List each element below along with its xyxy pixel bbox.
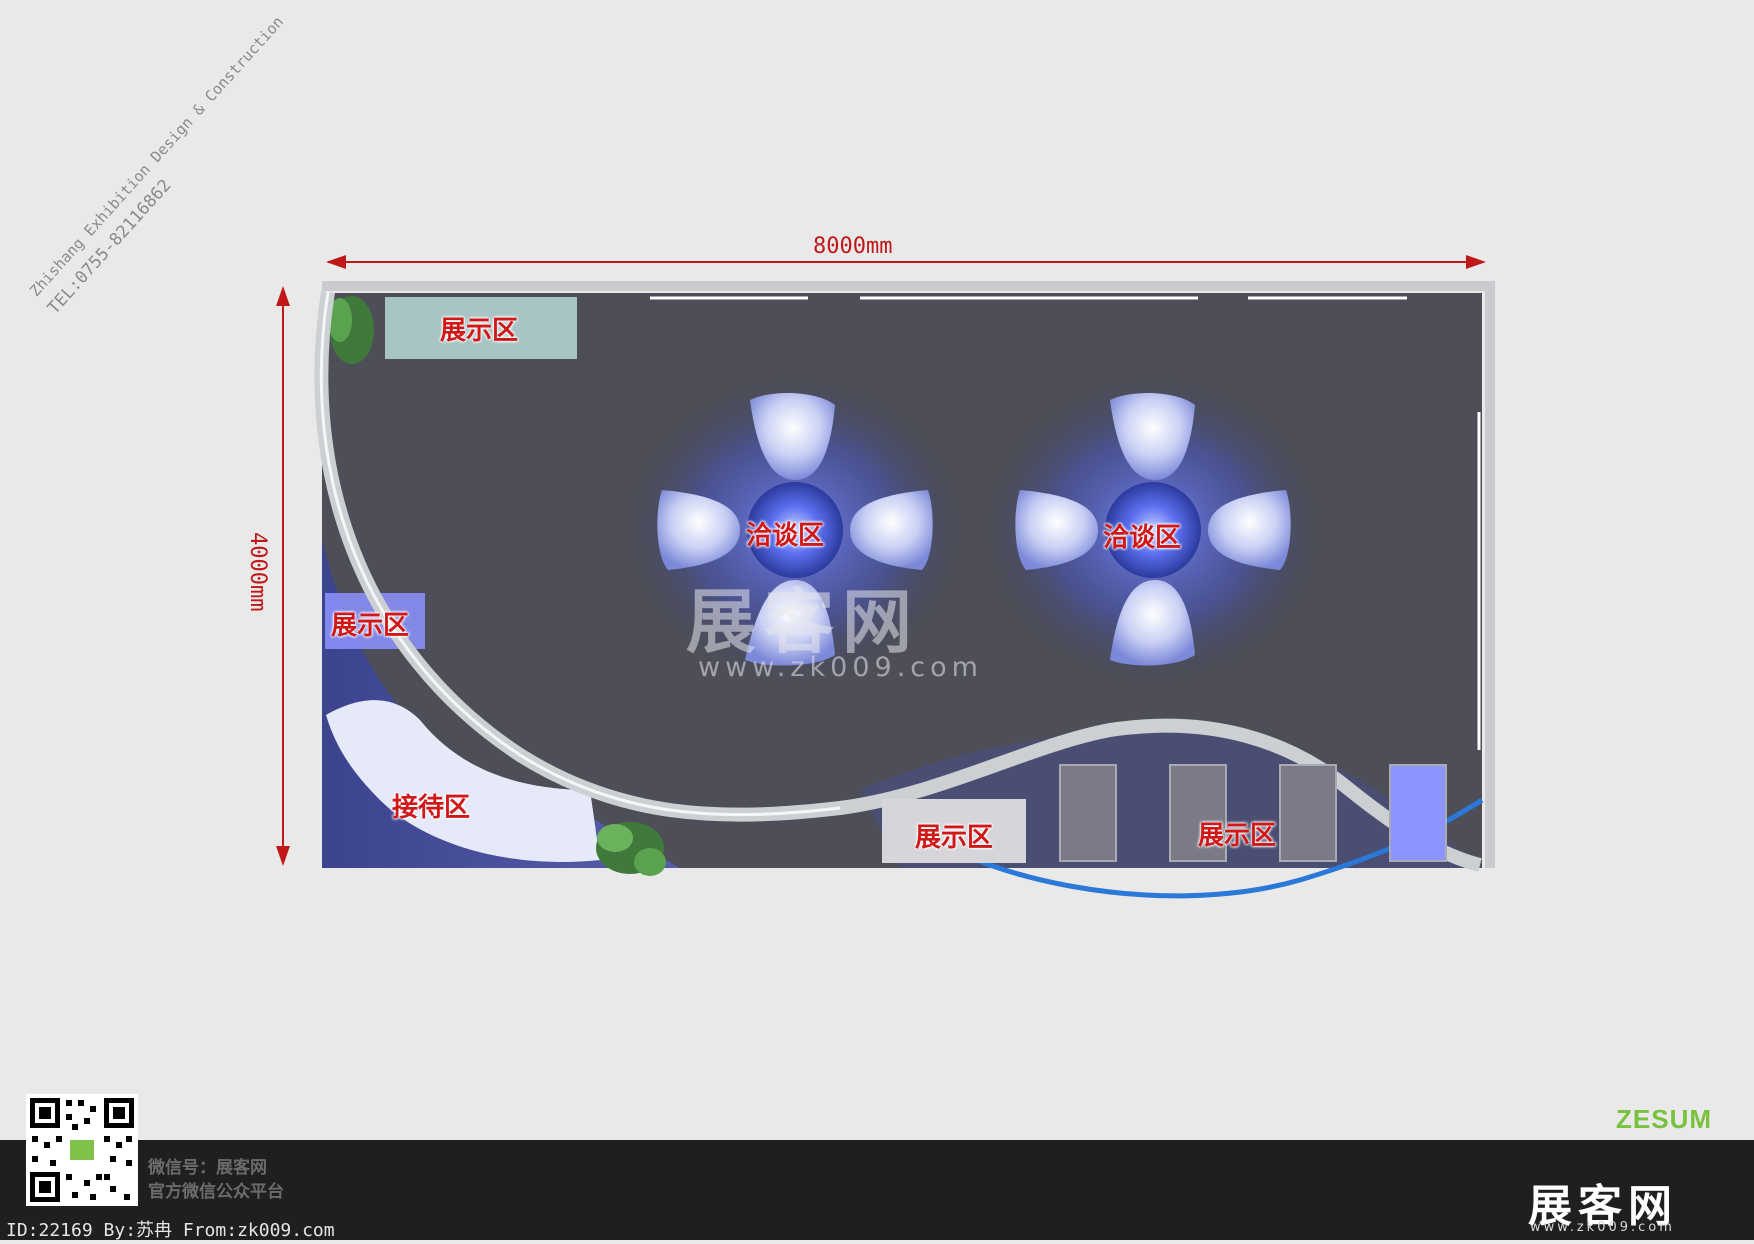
height-dimension-line [276,286,290,866]
qr-code-pattern [26,1094,138,1206]
zone-label-display-bottom-right: 展示区 [1198,821,1277,851]
zk009-logo-url: www.zk009.com [1530,1220,1675,1235]
zone-label-negotiation-2: 洽谈区 [1103,523,1182,553]
zone-label-reception: 接待区 [392,793,471,823]
zone-label-display-left: 展示区 [331,611,410,641]
width-dimension-line [326,255,1486,269]
display-panel-bottom [1059,764,1117,862]
zesum-brand-mark: ZESUM [1616,1104,1712,1134]
zone-label-negotiation-1: 洽谈区 [746,521,825,551]
width-dimension-label: 8000mm [813,234,893,259]
height-dimension-label: 4000mm [245,532,270,612]
display-panel-bottom [1279,764,1337,862]
qr-code [26,1094,138,1206]
zone-label-display-top-left: 展示区 [440,316,519,346]
display-panel-bottom-blue [1389,764,1447,862]
wechat-description: 官方微信公众平台 [148,1182,284,1202]
wechat-id: 微信号：展客网 [148,1158,267,1178]
design-credit: ID:22169 By:苏冉 From:zk009.com [6,1220,335,1241]
watermark-url: www.zk009.com [698,652,983,683]
zone-label-display-bottom-mid: 展示区 [915,823,994,853]
floor-plan-stage: Zhishang Exhibition Design & Constructio… [0,0,1754,1240]
wechat-info: 微信号：展客网 官方微信公众平台 [148,1156,284,1204]
